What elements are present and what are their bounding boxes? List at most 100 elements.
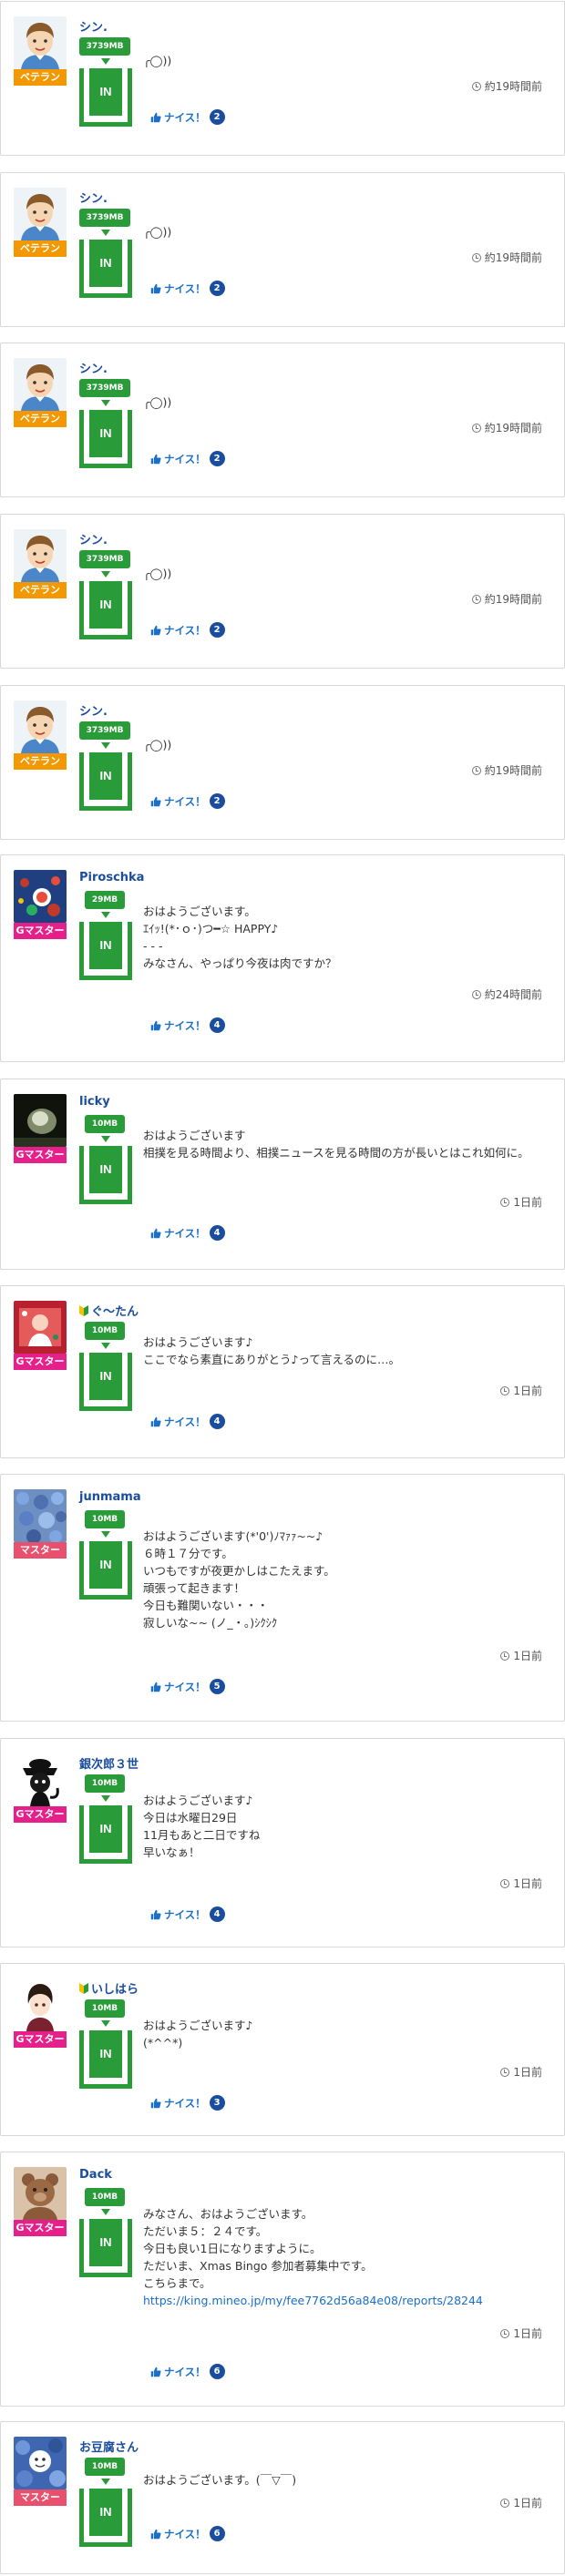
rank-badge: ベテラン	[14, 582, 67, 598]
user-name[interactable]: シン.	[79, 359, 108, 376]
nice-count: 2	[209, 451, 225, 466]
user-name[interactable]: junmama	[79, 1490, 141, 1504]
clock-icon	[471, 424, 481, 433]
post-card: ベテラン シン. 3739MB IN ╭◯)) 約19時間前 ナイス！ 2	[0, 514, 565, 669]
avatar-image	[14, 1978, 67, 2031]
user-name[interactable]: お豆腐さん	[79, 2438, 139, 2455]
avatar[interactable]	[14, 16, 67, 69]
nice-button[interactable]: ナイス！ 5	[150, 1679, 225, 1694]
post-card: ベテラン シン. 3739MB IN ╭◯)) 約19時間前 ナイス！ 2	[0, 342, 565, 497]
user-name-text[interactable]: いしはら	[91, 1983, 139, 1997]
data-amount-badge: 3739MB	[79, 721, 130, 740]
clock-icon	[471, 595, 481, 604]
user-name-text[interactable]: 銀次郎３世	[79, 1758, 139, 1772]
nice-label[interactable]: ナイス！	[164, 1018, 206, 1033]
user-name-text[interactable]: シン.	[79, 363, 108, 376]
post-body: おはようございます。 ｴｲｯ!(*･ｏ･)つ━☆ HAPPY♪ - - - みな…	[143, 903, 544, 972]
nice-label[interactable]: ナイス！	[164, 1415, 206, 1429]
user-name[interactable]: licky	[79, 1095, 110, 1109]
user-name[interactable]: シン.	[79, 701, 108, 719]
nice-label[interactable]: ナイス！	[164, 1226, 206, 1241]
user-name[interactable]: ぐ〜たん	[79, 1302, 139, 1319]
user-name-text[interactable]: シン.	[79, 21, 108, 35]
user-name[interactable]: いしはら	[79, 1979, 139, 1997]
avatar[interactable]	[14, 1978, 67, 2031]
nice-button[interactable]: ナイス！ 4	[150, 1414, 225, 1429]
post-time: 約19時間前	[471, 78, 542, 94]
user-name[interactable]: Piroschka	[79, 871, 144, 884]
avatar[interactable]	[14, 700, 67, 753]
post-time: 約19時間前	[471, 420, 542, 435]
user-name-text[interactable]: ぐ〜たん	[91, 1305, 139, 1319]
nice-button[interactable]: ナイス！ 4	[150, 1906, 225, 1922]
avatar[interactable]	[14, 870, 67, 923]
nice-label[interactable]: ナイス！	[164, 2096, 206, 2111]
nice-label[interactable]: ナイス！	[164, 452, 206, 466]
data-amount-badge: 10MB	[85, 1774, 125, 1793]
avatar[interactable]	[14, 2437, 67, 2489]
in-tray-icon: IN	[79, 1805, 132, 1864]
user-name-text[interactable]: Piroschka	[79, 871, 144, 884]
user-name[interactable]: 銀次郎３世	[79, 1754, 139, 1772]
clock-icon	[471, 253, 481, 262]
avatar-image	[14, 2437, 67, 2489]
avatar[interactable]	[14, 1301, 67, 1354]
user-name[interactable]: シン.	[79, 530, 108, 547]
nice-count: 6	[209, 2526, 225, 2541]
post-time: 1日前	[500, 2495, 542, 2510]
time-text: 約19時間前	[484, 764, 542, 777]
user-name-text[interactable]: シン.	[79, 705, 108, 719]
post-text: ╭◯))	[143, 567, 172, 580]
nice-label[interactable]: ナイス！	[164, 1680, 206, 1694]
avatar[interactable]	[14, 358, 67, 411]
post-card: ベテラン シン. 3739MB IN ╭◯)) 約19時間前 ナイス！ 2	[0, 1, 565, 156]
nice-label[interactable]: ナイス！	[164, 2527, 206, 2541]
nice-button[interactable]: ナイス！ 3	[150, 2095, 225, 2111]
data-amount-badge: 10MB	[85, 1510, 125, 1528]
in-tray-icon: IN	[79, 581, 132, 639]
nice-button[interactable]: ナイス！ 6	[150, 2526, 225, 2541]
nice-button[interactable]: ナイス！ 2	[150, 622, 225, 638]
avatar[interactable]	[14, 2167, 67, 2220]
nice-button[interactable]: ナイス！ 2	[150, 793, 225, 809]
avatar[interactable]	[14, 1489, 67, 1542]
post-text: おはようございます(*'0')ﾉﾏｧｧ~~♪ ６時１７分です。 いつもですが夜更…	[143, 1529, 335, 1630]
nice-label[interactable]: ナイス！	[164, 281, 206, 296]
post-body: ╭◯))	[143, 52, 544, 69]
nice-button[interactable]: ナイス！ 2	[150, 109, 225, 125]
report-link[interactable]: https://king.mineo.jp/my/fee7762d56a84e0…	[143, 2294, 483, 2307]
data-amount-badge: 10MB	[85, 1999, 125, 2018]
in-tray-icon: IN	[79, 240, 132, 298]
nice-button[interactable]: ナイス！ 2	[150, 451, 225, 466]
nice-label[interactable]: ナイス！	[164, 2365, 206, 2379]
rank-badge: Gマスター	[14, 1806, 67, 1823]
nice-label[interactable]: ナイス！	[164, 623, 206, 638]
user-name[interactable]: シン.	[79, 17, 108, 35]
nice-button[interactable]: ナイス！ 4	[150, 1225, 225, 1241]
nice-button[interactable]: ナイス！ 2	[150, 281, 225, 296]
user-name[interactable]: Dack	[79, 2168, 112, 2182]
post-text: ╭◯))	[143, 738, 172, 751]
avatar[interactable]	[14, 1753, 67, 1806]
time-text: 約19時間前	[484, 80, 542, 93]
data-amount-badge: 10MB	[85, 2188, 125, 2206]
user-name-text[interactable]: シン.	[79, 534, 108, 547]
clock-icon	[500, 1386, 510, 1395]
user-name-text[interactable]: シン.	[79, 192, 108, 206]
user-name-text[interactable]: お豆腐さん	[79, 2441, 139, 2455]
user-name-text[interactable]: junmama	[79, 1490, 141, 1504]
avatar[interactable]	[14, 188, 67, 240]
thumbs-up-icon	[150, 1416, 161, 1426]
user-name-text[interactable]: licky	[79, 1095, 110, 1109]
avatar[interactable]	[14, 529, 67, 582]
nice-label[interactable]: ナイス！	[164, 1907, 206, 1922]
user-name-text[interactable]: Dack	[79, 2168, 112, 2182]
user-name[interactable]: シン.	[79, 189, 108, 206]
nice-button[interactable]: ナイス！ 4	[150, 1017, 225, 1033]
post-card: ベテラン シン. 3739MB IN ╭◯)) 約19時間前 ナイス！ 2	[0, 685, 565, 840]
nice-button[interactable]: ナイス！ 6	[150, 2364, 225, 2379]
nice-label[interactable]: ナイス！	[164, 794, 206, 809]
nice-label[interactable]: ナイス！	[164, 110, 206, 125]
post-time: 1日前	[500, 2064, 542, 2080]
avatar[interactable]	[14, 1094, 67, 1147]
